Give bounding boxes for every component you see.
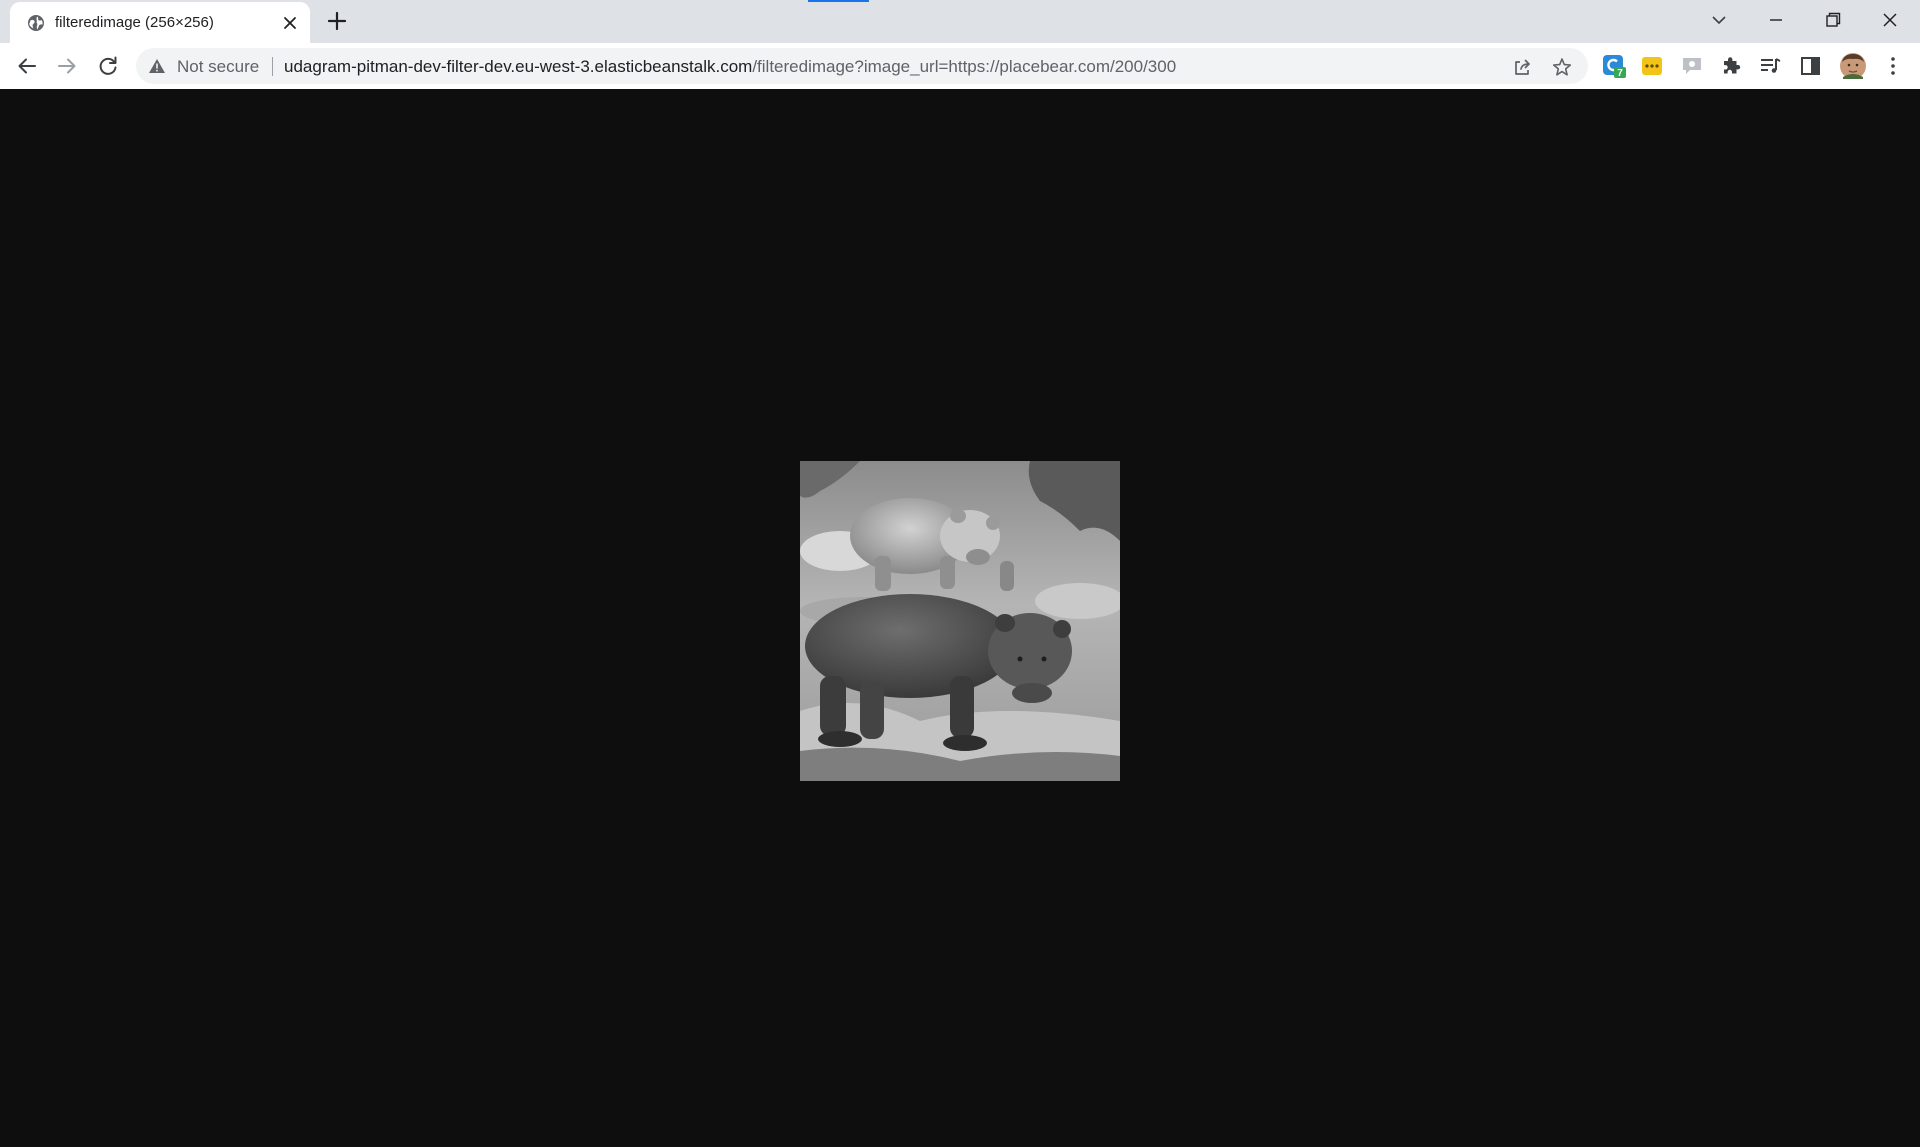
kebab-menu-icon[interactable]: [1880, 53, 1906, 79]
avatar[interactable]: [1838, 51, 1868, 81]
restore-icon[interactable]: [1818, 5, 1848, 35]
url-text[interactable]: udagram-pitman-dev-filter-dev.eu-west-3.…: [284, 57, 1176, 77]
reload-icon[interactable]: [94, 52, 122, 80]
filtered-bear-image: [800, 461, 1120, 781]
tab-search-icon[interactable]: [1704, 5, 1734, 35]
arrow-right-icon[interactable]: [53, 52, 81, 80]
close-tab-icon[interactable]: [280, 13, 300, 33]
tab-title: filteredimage (256×256): [55, 14, 214, 31]
extension-badge-count: 7: [1617, 68, 1623, 79]
omnibox[interactable]: Not secure udagram-pitman-dev-filter-dev…: [136, 48, 1588, 84]
globe-icon: [28, 15, 44, 31]
extension-password-icon[interactable]: [1640, 53, 1666, 79]
arrow-left-icon[interactable]: [13, 52, 41, 80]
browser-window: filteredimage (256×256) Not secure udagr…: [0, 0, 1920, 1147]
close-window-icon[interactable]: [1875, 5, 1905, 35]
omnibox-separator: [272, 57, 273, 76]
minimize-icon[interactable]: [1761, 5, 1791, 35]
url-host: udagram-pitman-dev-filter-dev.eu-west-3.…: [284, 57, 753, 76]
tab-search-indicator: [808, 0, 869, 2]
warning-icon[interactable]: [148, 58, 166, 74]
share-icon[interactable]: [1511, 56, 1533, 78]
url-path: /filteredimage?image_url=https://placebe…: [752, 57, 1177, 76]
side-panel-icon[interactable]: [1798, 53, 1824, 79]
star-icon[interactable]: [1551, 56, 1573, 78]
extension-c-icon[interactable]: 7: [1601, 53, 1627, 79]
puzzle-icon[interactable]: [1719, 53, 1745, 79]
security-status[interactable]: Not secure: [177, 57, 259, 77]
extension-chat-icon[interactable]: [1680, 53, 1706, 79]
toolbar: Not secure udagram-pitman-dev-filter-dev…: [0, 43, 1920, 90]
active-tab[interactable]: filteredimage (256×256): [10, 2, 310, 43]
new-tab-icon[interactable]: [325, 9, 349, 33]
page-content: [0, 89, 1920, 1147]
tab-strip: filteredimage (256×256): [0, 0, 1920, 43]
media-queue-icon[interactable]: [1758, 53, 1784, 79]
